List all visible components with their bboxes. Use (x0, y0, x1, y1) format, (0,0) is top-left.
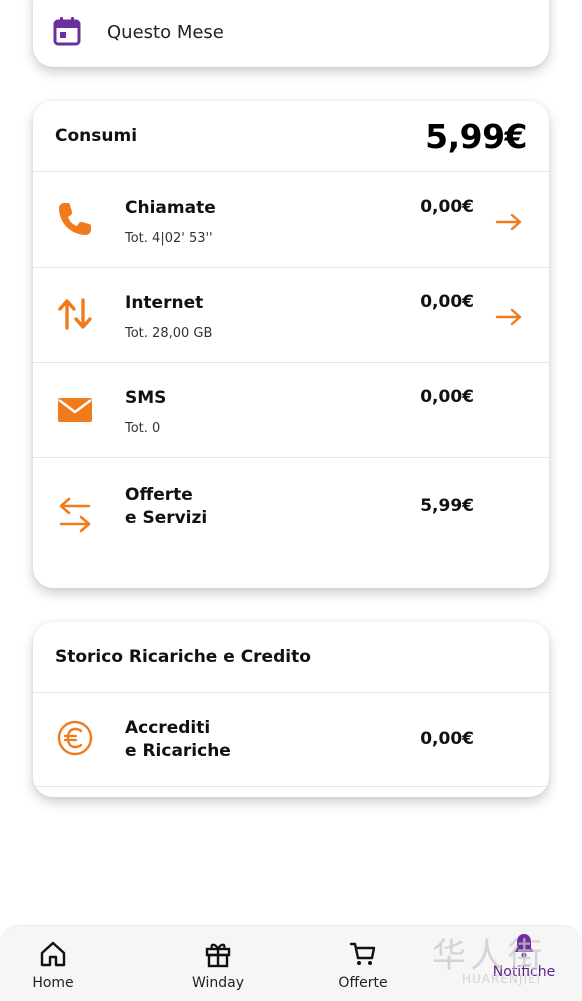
watermark-cn: 华人街 (432, 936, 546, 976)
row-name: Accrediti e Ricariche (125, 717, 231, 763)
watermark-en: HUARENJIEI (462, 972, 542, 986)
row-name: Chiamate (125, 198, 216, 218)
gift-icon (205, 943, 231, 968)
storico-title: Storico Ricariche e Credito (55, 647, 311, 667)
envelope-icon (58, 398, 92, 422)
calendar-icon (53, 17, 81, 46)
cart-icon (349, 942, 376, 965)
period-label: Questo Mese (107, 22, 224, 43)
storico-card: Storico Ricariche e Credito Accrediti e … (33, 622, 549, 797)
row-name: Offerte e Servizi (125, 484, 207, 530)
nav-winday[interactable]: Winday (158, 926, 278, 1001)
consumi-title: Consumi (55, 126, 138, 146)
row-name-line1: Offerte (125, 485, 193, 505)
nav-offerte-label: Offerte (338, 975, 388, 991)
row-amount: 0,00€ (420, 729, 474, 749)
home-icon (40, 941, 66, 967)
watermark: 华人街 HUARENJIEI (432, 928, 572, 998)
consumi-header: Consumi 5,99€ (33, 101, 549, 172)
data-transfer-icon (58, 298, 92, 330)
consumi-row-internet[interactable]: Internet Tot. 28,00 GB 0,00€ (33, 267, 549, 363)
storico-header: Storico Ricariche e Credito (33, 622, 549, 693)
consumi-row-offerte-servizi[interactable]: Offerte e Servizi 5,99€ (33, 457, 549, 552)
swap-arrows-icon (59, 497, 91, 533)
row-amount: 0,00€ (420, 197, 474, 217)
divider (33, 786, 549, 787)
row-subtotal: Tot. 4|02' 53'' (125, 231, 213, 246)
consumi-card: Consumi 5,99€ Chiamate Tot. 4|02' 53'' 0… (33, 101, 549, 588)
row-subtotal: Tot. 0 (125, 421, 161, 436)
phone-icon (59, 203, 91, 235)
row-name-line2: e Servizi (125, 508, 208, 528)
consumi-row-sms[interactable]: SMS Tot. 0 0,00€ (33, 362, 549, 458)
consumi-row-chiamate[interactable]: Chiamate Tot. 4|02' 53'' 0,00€ (33, 172, 549, 268)
row-name: SMS (125, 388, 167, 408)
row-name: Internet (125, 293, 204, 313)
nav-offerte[interactable]: Offerte (303, 926, 423, 1001)
row-name-line1: Accrediti (125, 718, 211, 738)
consumi-total: 5,99€ (425, 117, 527, 156)
euro-coin-icon (57, 720, 93, 756)
arrow-right-icon[interactable] (495, 212, 523, 232)
row-subtotal: Tot. 28,00 GB (125, 326, 213, 341)
row-amount: 5,99€ (420, 496, 474, 516)
storico-row-accrediti[interactable]: Accrediti e Ricariche 0,00€ (33, 692, 549, 787)
nav-home[interactable]: Home (0, 926, 113, 1001)
arrow-right-icon[interactable] (495, 307, 523, 327)
nav-winday-label: Winday (191, 975, 245, 991)
row-amount: 0,00€ (420, 292, 474, 312)
nav-home-label: Home (32, 975, 74, 991)
row-amount: 0,00€ (420, 387, 474, 407)
period-selector[interactable]: Questo Mese (33, 0, 549, 67)
row-name-line2: e Ricariche (125, 741, 231, 761)
